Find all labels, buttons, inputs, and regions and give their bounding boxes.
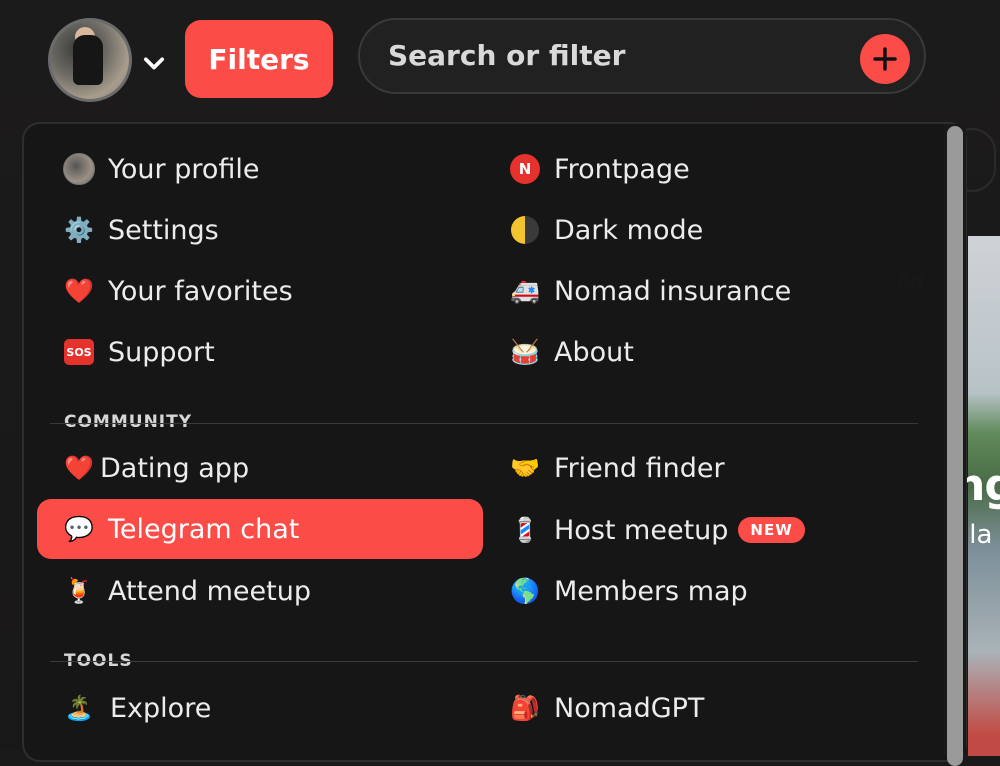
section-heading-community: COMMUNITY xyxy=(64,412,193,432)
menu-item-label: Telegram chat xyxy=(108,513,300,545)
menu-item-label: Frontpage xyxy=(554,153,690,185)
backpack-icon: 🎒 xyxy=(510,694,540,722)
menu-item-label: Dark mode xyxy=(554,214,704,246)
menu-item-your-favorites[interactable]: ❤️ Your favorites xyxy=(62,263,293,319)
profile-avatar-icon xyxy=(62,152,96,186)
search-input[interactable]: Search or filter xyxy=(388,39,625,72)
chevron-down-icon[interactable] xyxy=(140,50,168,78)
heart-icon: ❤️ xyxy=(64,277,94,305)
handshake-icon: 🤝 xyxy=(510,454,540,482)
menu-item-label: Attend meetup xyxy=(108,575,311,607)
menu-item-support[interactable]: SOS Support xyxy=(62,324,215,380)
new-badge: NEW xyxy=(738,517,805,543)
menu-item-label: NomadGPT xyxy=(554,692,705,724)
beach-icon: 🏝️ xyxy=(64,694,94,722)
menu-item-label: About xyxy=(554,336,634,368)
menu-item-label: Dating app xyxy=(100,452,250,484)
menu-item-explore[interactable]: 🏝️ Explore xyxy=(62,680,211,736)
menu-item-friend-finder[interactable]: 🤝 Friend finder xyxy=(508,440,725,496)
globe-icon: 🌎 xyxy=(510,577,540,605)
menu-item-telegram-chat[interactable]: 💬 Telegram chat xyxy=(37,499,483,559)
frontpage-icon: N xyxy=(508,152,542,186)
scrollbar-thumb[interactable] xyxy=(947,126,963,766)
barber-pole-icon: 💈 xyxy=(510,516,540,544)
filters-button[interactable]: Filters xyxy=(185,20,333,98)
menu-item-label: Your profile xyxy=(108,153,260,185)
drum-icon: 🥁 xyxy=(510,338,540,366)
menu-item-frontpage[interactable]: N Frontpage xyxy=(508,141,690,197)
half-moon-icon xyxy=(508,213,542,247)
menu-item-settings[interactable]: ⚙️ Settings xyxy=(62,202,219,258)
menu-item-label: Members map xyxy=(554,575,748,607)
menu-item-attend-meetup[interactable]: 🍹 Attend meetup xyxy=(62,563,311,619)
plus-icon xyxy=(873,47,897,71)
menu-item-host-meetup[interactable]: 💈 Host meetup NEW xyxy=(508,502,805,558)
section-divider xyxy=(50,423,918,424)
menu-item-label: Explore xyxy=(110,692,212,724)
menu-item-label: Friend finder xyxy=(554,452,725,484)
ambulance-icon: 🚑 xyxy=(510,277,540,305)
menu-item-label: Support xyxy=(108,336,215,368)
menu-item-about[interactable]: 🥁 About xyxy=(508,324,634,380)
menu-item-label: Nomad insurance xyxy=(554,275,792,307)
menu-scrollbar[interactable] xyxy=(944,124,966,766)
menu-item-nomadgpt[interactable]: 🎒 NomadGPT xyxy=(508,680,704,736)
menu-item-label: Host meetup xyxy=(554,514,729,546)
add-button[interactable] xyxy=(860,34,910,84)
avatar-figure xyxy=(73,35,103,85)
gear-icon: ⚙️ xyxy=(64,216,94,244)
menu-item-label: Settings xyxy=(108,214,219,246)
menu-item-nomad-insurance[interactable]: 🚑 Nomad insurance xyxy=(508,263,791,319)
menu-item-dark-mode[interactable]: Dark mode xyxy=(508,202,703,258)
heart-icon: ❤️ xyxy=(64,454,94,482)
menu-item-your-profile[interactable]: Your profile xyxy=(62,141,260,197)
speech-bubble-icon: 💬 xyxy=(64,515,94,543)
user-avatar[interactable] xyxy=(48,18,132,102)
menu-item-label: Your favorites xyxy=(108,275,293,307)
tropical-drink-icon: 🍹 xyxy=(64,577,94,605)
section-divider xyxy=(50,661,918,662)
search-bar[interactable]: Search or filter xyxy=(358,18,926,94)
menu-item-members-map[interactable]: 🌎 Members map xyxy=(508,563,748,619)
sos-icon: SOS xyxy=(62,335,96,369)
menu-item-dating-app[interactable]: ❤️ Dating app xyxy=(62,440,249,496)
